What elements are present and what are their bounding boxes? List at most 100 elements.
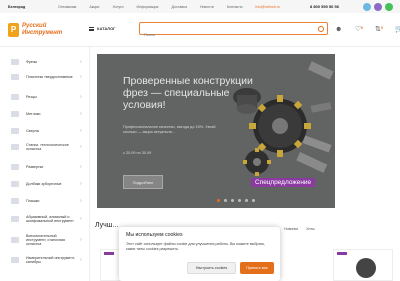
chevron-right-icon: › — [80, 59, 82, 65]
top-menu-item[interactable]: Новости — [200, 5, 214, 9]
cart-icon[interactable]: 🛒0 — [395, 25, 400, 34]
section-title: Лучш... — [95, 222, 119, 229]
sidebar-item-label: Вспомогательный инструмент, станочная ос… — [26, 233, 65, 247]
cookie-dialog: Мы используем cookies Этот сайт использу… — [119, 227, 280, 281]
chevron-right-icon: › — [80, 94, 82, 100]
logo-mark: Р — [8, 22, 19, 37]
promo-banner[interactable]: Проверенные конструкции фрез — специальн… — [97, 54, 335, 208]
chevron-right-icon: › — [80, 181, 82, 187]
chevron-right-icon: › — [80, 144, 82, 150]
slider-dot[interactable] — [252, 199, 255, 202]
sidebar-item-mills[interactable]: Фрезы › — [0, 58, 90, 66]
sidebar-item-label: Плашки — [26, 198, 40, 203]
machine-icon — [11, 144, 19, 150]
chevron-right-icon: › — [80, 164, 82, 170]
shaper-icon — [11, 181, 19, 187]
search-bar — [139, 22, 328, 40]
top-menu: Оптовикам Акции Услуги Информация Достав… — [58, 5, 242, 9]
die-icon — [11, 198, 19, 204]
favorites-icon[interactable]: ♡ 0 — [355, 25, 364, 34]
chevron-right-icon: › — [80, 128, 82, 134]
drill-icon — [11, 128, 19, 134]
logo-line-2: Инструмент — [22, 29, 63, 36]
sidebar-item-plates[interactable]: Пластины твердосплавные › — [0, 71, 90, 83]
sidebar-item-reamers[interactable]: Развертки › — [0, 163, 90, 171]
menu-icon — [89, 26, 94, 31]
sidebar-item-auxiliary[interactable]: Вспомогательный инструмент, станочная ос… — [0, 233, 90, 247]
top-menu-item[interactable]: Акции — [89, 5, 99, 9]
top-bar: Белгород Оптовикам Акции Услуги Информац… — [0, 0, 400, 13]
search-icon[interactable] — [318, 26, 324, 32]
cookie-accept-button[interactable]: Принять все — [240, 262, 274, 274]
tap-icon — [11, 111, 19, 117]
logo[interactable]: Р Русский Инструмент — [8, 19, 70, 40]
favorites-count: 0 — [361, 26, 363, 30]
chevron-right-icon: › — [80, 216, 82, 222]
catalog-label: КАТАЛОГ — [97, 26, 116, 31]
email-link[interactable]: info@belinstr.ru — [255, 5, 280, 9]
sidebar-item-label: Метчики — [26, 111, 41, 116]
sidebar-item-machines[interactable]: Станки, технологическое оснастка › — [0, 141, 90, 153]
slider-dot[interactable] — [245, 199, 248, 202]
product-badge — [337, 252, 347, 255]
sidebar-item-shapers[interactable]: Долбяки зуборезные › — [0, 180, 90, 188]
chevron-right-icon: › — [80, 74, 82, 80]
sidebar-item-abrasive[interactable]: Абразивный, алмазный и шлифовальный инст… — [0, 212, 90, 226]
slider-dot[interactable] — [217, 199, 220, 202]
chevron-right-icon: › — [80, 237, 82, 243]
product-badge — [104, 252, 114, 255]
sidebar-item-cutters[interactable]: Резцы › — [0, 93, 90, 101]
sidebar-item-taps[interactable]: Метчики › — [0, 110, 90, 118]
product-image — [356, 258, 376, 278]
sidebar-item-label: Измерительный инструмент, калибры — [26, 255, 75, 264]
header-icons: ☻ ♡0 ⇅0 🛒0 — [335, 25, 400, 34]
tab-new[interactable]: Новинки — [284, 227, 298, 231]
top-menu-item[interactable]: Доставка — [172, 5, 187, 9]
chevron-right-icon: › — [80, 111, 82, 117]
sidebar-item-label: Пластины твердосплавные — [26, 74, 73, 79]
slider-dots — [217, 199, 255, 202]
category-sidebar: Фрезы › Пластины твердосплавные › Резцы … — [0, 47, 90, 281]
user-icon[interactable]: ☻ — [335, 25, 344, 34]
mill-icon — [11, 59, 19, 65]
measuring-icon — [11, 257, 19, 263]
section-tabs: Новинки Хиты — [284, 227, 315, 231]
sidebar-item-measuring[interactable]: Измерительный инструмент, калибры › — [0, 253, 90, 267]
special-offer-tag: Спецпредложение — [251, 178, 316, 187]
slider-dot[interactable] — [231, 199, 234, 202]
sidebar-item-label: Развертки — [26, 164, 44, 169]
sidebar-item-label: Абразивный, алмазный и шлифовальный инст… — [26, 214, 74, 223]
cookie-settings-button[interactable]: Настроить cookies — [187, 262, 236, 274]
sidebar-item-drills[interactable]: Сверла › — [0, 127, 90, 135]
abrasive-icon — [11, 216, 19, 222]
slider-dot[interactable] — [224, 199, 227, 202]
sidebar-item-label: Долбяки зуборезные — [26, 181, 62, 186]
viber-icon[interactable] — [374, 2, 382, 11]
top-menu-item[interactable]: Услуги — [112, 5, 123, 9]
top-menu-item[interactable]: Информация — [137, 5, 159, 9]
sidebar-item-label: Фрезы — [26, 59, 38, 64]
reamer-icon — [11, 164, 19, 170]
plate-icon — [11, 74, 19, 80]
cookie-text: Этот сайт использует файлы cookie для ул… — [126, 242, 266, 251]
compare-icon[interactable]: ⇅ 0 — [375, 25, 384, 34]
catalog-button[interactable]: КАТАЛОГ — [89, 26, 115, 31]
search-input[interactable] — [140, 29, 310, 40]
city-selector[interactable]: Белгород — [8, 5, 25, 9]
whatsapp-icon[interactable] — [385, 2, 393, 11]
chevron-right-icon: › — [80, 257, 82, 263]
top-menu-item[interactable]: Оптовикам — [58, 5, 76, 9]
tab-hits[interactable]: Хиты — [306, 227, 315, 231]
phone-number[interactable]: 8 800 550 56 56 — [310, 4, 339, 9]
chevron-right-icon: › — [80, 198, 82, 204]
telegram-icon[interactable] — [363, 2, 371, 11]
auxiliary-icon — [11, 237, 19, 243]
sidebar-item-dies[interactable]: Плашки › — [0, 197, 90, 205]
sidebar-item-label: Сверла — [26, 128, 39, 133]
sidebar-item-label: Станки, технологическое оснастка — [26, 142, 69, 151]
top-menu-item[interactable]: Контакты — [227, 5, 243, 9]
social-links — [363, 2, 393, 11]
slider-dot[interactable] — [238, 199, 241, 202]
cutter-icon — [11, 94, 19, 100]
product-card[interactable] — [333, 249, 393, 281]
